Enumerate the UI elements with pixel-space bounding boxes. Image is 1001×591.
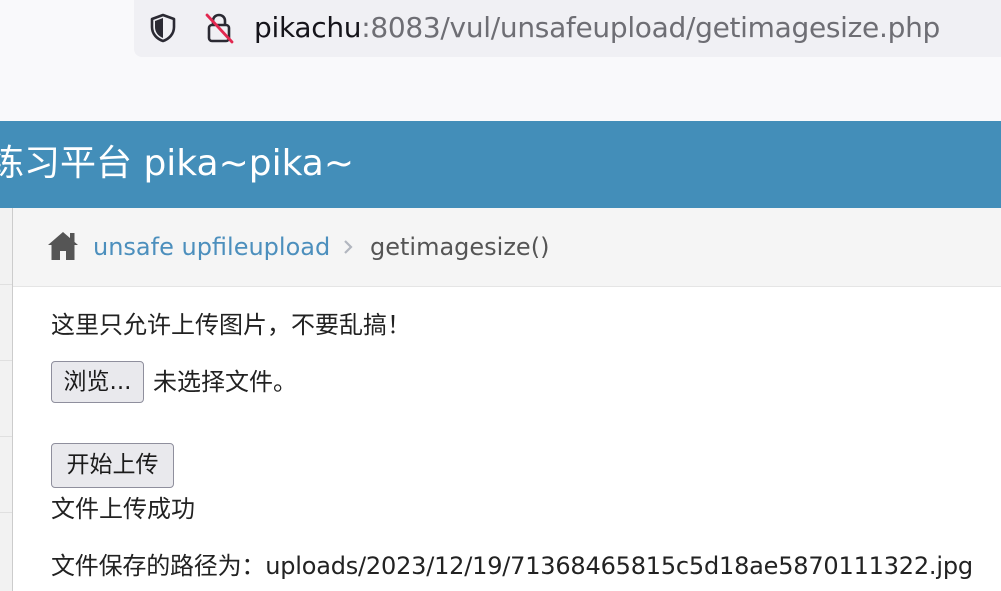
url-path: :8083/vul/unsafeupload/getimagesize.php [361, 11, 940, 44]
saved-path-label: 文件保存的路径为： [51, 552, 266, 580]
browser-toolbar: pikachu:8083/vul/unsafeupload/getimagesi… [0, 0, 1001, 121]
breadcrumb-parent-link[interactable]: unsafe upfileupload [93, 229, 330, 265]
site-header: 练习平台 pika~pika~ [0, 121, 1001, 208]
upload-hint-text: 这里只允许上传图片，不要乱搞！ [51, 311, 411, 339]
saved-path-line: 文件保存的路径为：uploads/2023/12/19/71368465815c… [51, 549, 973, 583]
page-content: 这里只允许上传图片，不要乱搞！ 浏览... 未选择文件。 开始上传 文件上传成功… [0, 287, 1001, 591]
breadcrumb: unsafe upfileupload getimagesize() [13, 208, 1001, 287]
file-status-text: 未选择文件。 [153, 368, 297, 396]
browse-file-button[interactable]: 浏览... [51, 361, 144, 403]
chevron-right-icon [344, 240, 353, 254]
url-text[interactable]: pikachu:8083/vul/unsafeupload/getimagesi… [254, 8, 940, 48]
saved-path-value: uploads/2023/12/19/71368465815c5d18ae587… [265, 552, 973, 580]
insecure-lock-icon[interactable] [203, 11, 235, 45]
site-title[interactable]: 练习平台 pika~pika~ [0, 141, 354, 187]
home-icon [48, 232, 78, 260]
upload-result-message: 文件上传成功 [51, 495, 195, 523]
url-host: pikachu [254, 11, 362, 44]
shield-icon[interactable] [147, 12, 179, 44]
sidebar-divider [0, 284, 12, 285]
breadcrumb-current: getimagesize() [370, 233, 550, 261]
start-upload-button[interactable]: 开始上传 [51, 443, 174, 488]
